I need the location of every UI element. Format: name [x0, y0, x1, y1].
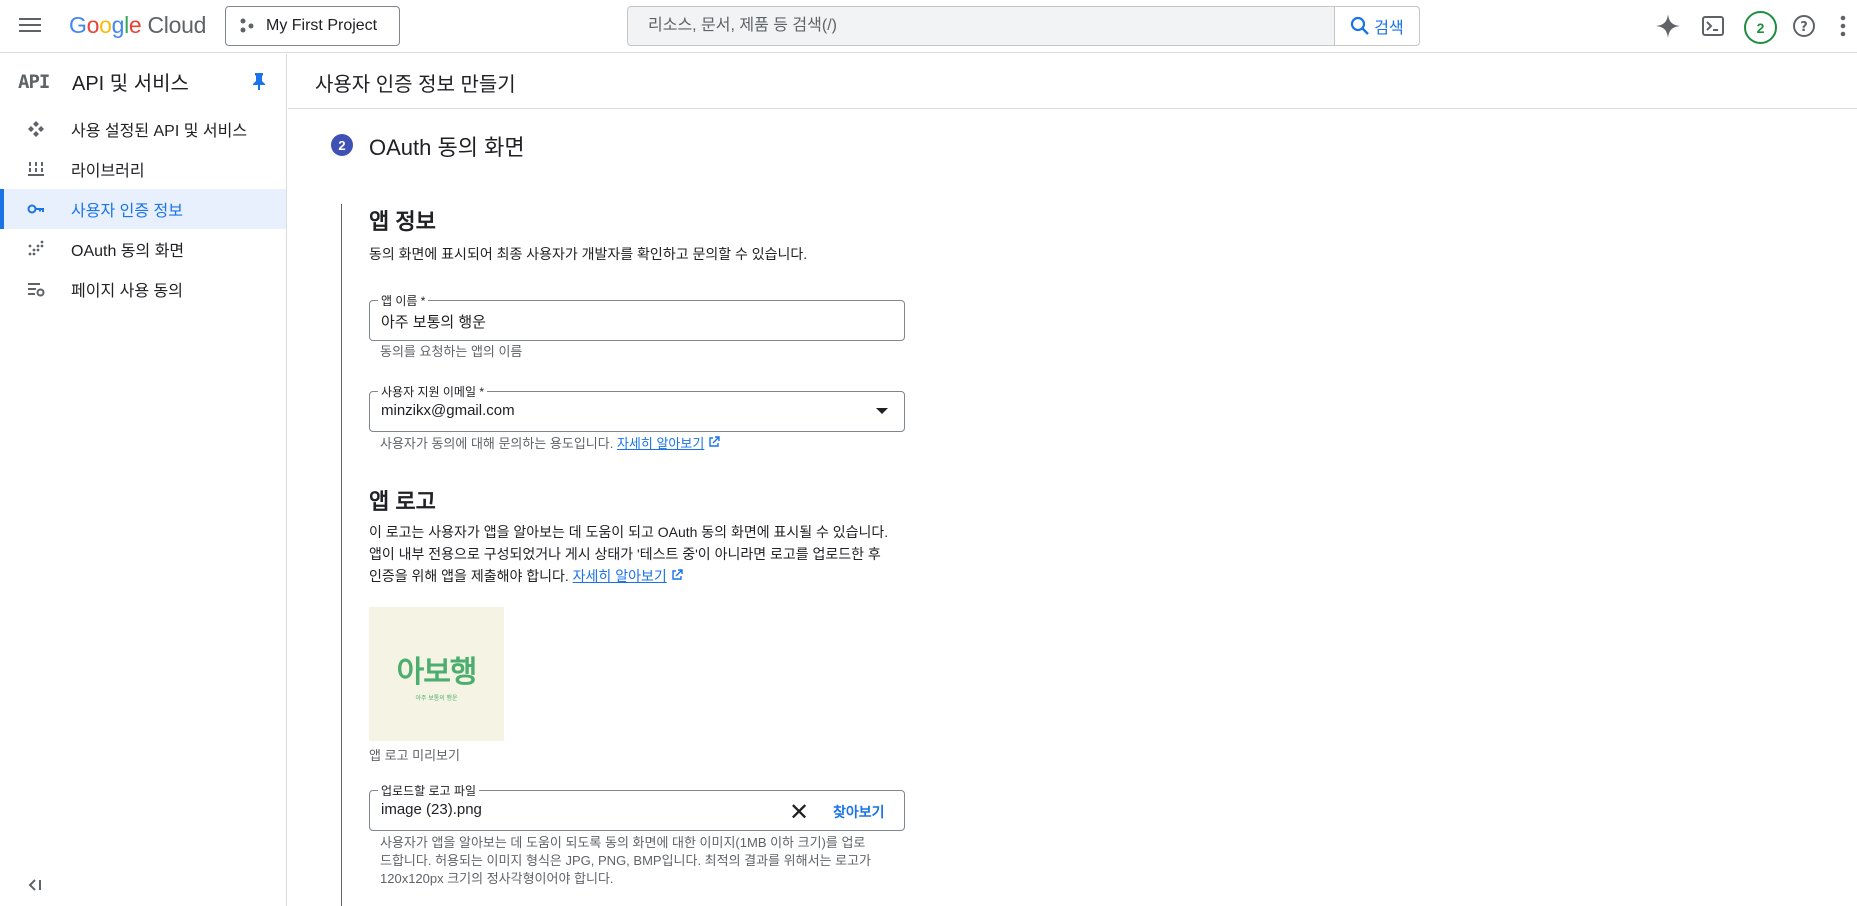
app-name-field[interactable]: 앱 이름 * 아주 보통의 행운	[369, 292, 905, 341]
sidebar-item-enabled-apis[interactable]: 사용 설정된 API 및 서비스	[0, 109, 286, 149]
google-cloud-logo[interactable]: Google Cloud	[69, 12, 206, 39]
settings-list-icon	[27, 280, 45, 298]
app-name-value[interactable]: 아주 보통의 행운	[381, 311, 486, 332]
support-email-hint-text: 사용자가 동의에 대해 문의하는 용도입니다.	[380, 436, 614, 451]
sidebar-title[interactable]: API 및 서비스	[72, 67, 189, 96]
divider	[288, 108, 1857, 109]
app-info-heading: 앱 정보	[369, 209, 436, 234]
top-bar: Google Cloud My First Project 검색 2 ?	[0, 0, 1857, 53]
project-selector[interactable]: My First Project	[225, 6, 400, 46]
collapse-sidebar-icon[interactable]	[28, 878, 42, 894]
key-icon	[27, 200, 45, 218]
app-logo-description-3-row: 인증을 위해 앱을 제출해야 합니다. 자세히 알아보기	[369, 565, 683, 587]
sidebar-item-label: 사용 설정된 API 및 서비스	[71, 123, 248, 140]
learn-more-link[interactable]: 자세히 알아보기	[573, 568, 667, 584]
library-icon	[27, 160, 45, 178]
logo-preview-text: 아보행	[396, 655, 478, 689]
open-in-new-icon	[671, 569, 683, 580]
app-logo-heading: 앱 로고	[369, 489, 436, 514]
hamburger-menu-icon[interactable]	[19, 15, 41, 37]
api-diamond-icon	[27, 120, 45, 138]
search-button[interactable]: 검색	[1334, 7, 1419, 45]
sidebar-item-oauth-consent[interactable]: OAuth 동의 화면	[0, 229, 286, 269]
clear-file-icon[interactable]: ✕	[789, 798, 809, 827]
oauth-icon	[27, 240, 45, 258]
sidebar-item-credentials[interactable]: 사용자 인증 정보	[0, 189, 286, 229]
notifications-badge[interactable]: 2	[1744, 11, 1777, 44]
pin-icon[interactable]	[252, 72, 266, 95]
dropdown-arrow-icon	[876, 408, 888, 414]
cloud-shell-terminal-icon[interactable]	[1700, 13, 1726, 39]
search-icon	[1351, 16, 1370, 35]
sidebar-item-page-usage-agreements[interactable]: 페이지 사용 동의	[0, 269, 286, 309]
app-info-description: 동의 화면에 표시되어 최종 사용자가 개발자를 확인하고 문의할 수 있습니다…	[369, 246, 808, 262]
support-email-select[interactable]: 사용자 지원 이메일 * minzikx@gmail.com	[369, 383, 905, 432]
sidebar-item-label: 사용자 인증 정보	[71, 203, 183, 220]
svg-text:?: ?	[1800, 20, 1808, 35]
support-email-value: minzikx@gmail.com	[381, 402, 515, 419]
open-in-new-icon	[709, 436, 720, 447]
page-title: 사용자 인증 정보 만들기	[315, 74, 516, 96]
logo-preview-subtext: 아주 보통의 행운	[415, 695, 458, 702]
api-logo-icon: API	[18, 70, 50, 93]
sidebar-item-label: 페이지 사용 동의	[71, 283, 183, 300]
help-icon[interactable]: ?	[1791, 13, 1817, 39]
project-icon	[240, 18, 254, 33]
browse-button[interactable]: 찾아보기	[833, 802, 885, 822]
logo-file-hint-3: 120x120px 크기의 정사각형이어야 합니다.	[380, 871, 614, 886]
step-number-badge: 2	[331, 134, 353, 156]
logo-google: Google	[69, 12, 142, 38]
logo-file-hint-2: 드합니다. 허용되는 이미지 형식은 JPG, PNG, BMP입니다. 최적의…	[380, 853, 871, 868]
logo-cloud: Cloud	[147, 12, 207, 38]
search-input[interactable]	[628, 7, 1334, 45]
app-logo-preview-image: 아보행 아주 보통의 행운	[369, 607, 504, 741]
logo-file-upload-field[interactable]: 업로드할 로고 파일 image (23).png ✕ 찾아보기	[369, 782, 905, 831]
support-email-hint: 사용자가 동의에 대해 문의하는 용도입니다. 자세히 알아보기	[380, 435, 720, 453]
gemini-sparkle-icon[interactable]	[1655, 13, 1681, 39]
logo-file-hint-1: 사용자가 앱을 알아보는 데 도움이 되도록 동의 화면에 대한 이미지(1MB…	[380, 835, 866, 850]
app-logo-description-1: 이 로고는 사용자가 앱을 알아보는 데 도움이 되고 OAuth 동의 화면에…	[369, 524, 889, 540]
sidebar-item-label: 라이브러리	[71, 163, 145, 180]
search-button-label: 검색	[1374, 20, 1404, 37]
sidebar: API API 및 서비스 사용 설정된 API 및 서비스 라이브러리 사용자…	[0, 54, 287, 906]
app-name-label: 앱 이름 *	[378, 292, 429, 309]
project-name: My First Project	[266, 17, 378, 34]
sidebar-item-library[interactable]: 라이브러리	[0, 149, 286, 189]
app-logo-description-2: 앱이 내부 전용으로 구성되었거나 게시 상태가 '테스트 중'이 아니라면 로…	[369, 546, 881, 562]
app-name-hint: 동의를 요청하는 앱의 이름	[380, 344, 523, 359]
logo-preview-caption: 앱 로고 미리보기	[369, 748, 460, 763]
sidebar-header: API API 및 서비스	[0, 54, 286, 109]
step-title: OAuth 동의 화면	[369, 135, 525, 160]
app-logo-description-3: 인증을 위해 앱을 제출해야 합니다.	[369, 568, 569, 584]
stepper-line	[341, 204, 342, 906]
logo-file-value: image (23).png	[381, 801, 482, 818]
support-email-label: 사용자 지원 이메일 *	[378, 383, 487, 400]
logo-file-label: 업로드할 로고 파일	[378, 782, 479, 799]
search-bar: 검색	[627, 6, 1420, 46]
more-vert-icon[interactable]	[1836, 13, 1850, 39]
learn-more-link[interactable]: 자세히 알아보기	[617, 436, 704, 451]
sidebar-item-label: OAuth 동의 화면	[71, 243, 185, 260]
